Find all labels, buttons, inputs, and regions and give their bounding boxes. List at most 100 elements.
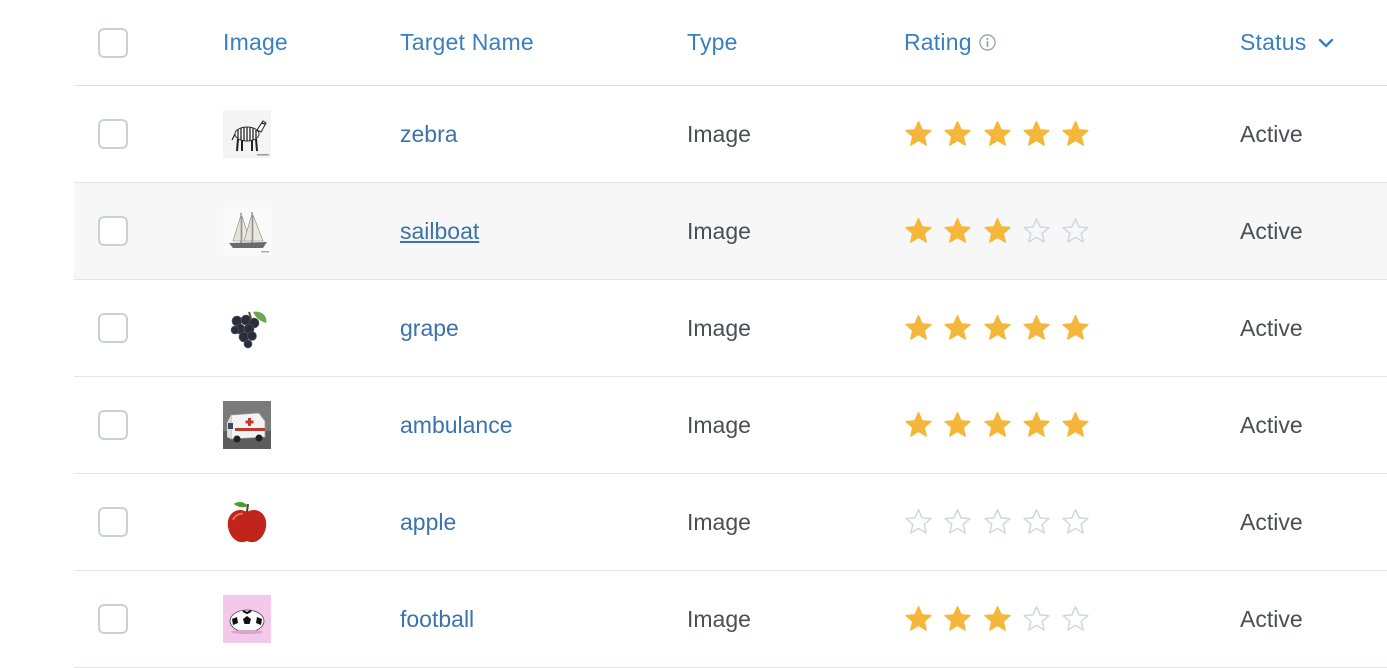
table-row[interactable]: football Image Active — [74, 571, 1387, 668]
image-cell — [223, 474, 271, 570]
table-row[interactable]: zebra Image Active — [74, 86, 1387, 183]
star-empty-icon[interactable] — [904, 508, 933, 536]
star-filled-icon[interactable] — [943, 314, 972, 342]
thumbnail-ambulance[interactable] — [223, 401, 271, 449]
star-filled-icon[interactable] — [1022, 411, 1051, 439]
status-cell: Active — [1240, 571, 1303, 667]
image-cell — [223, 571, 271, 667]
target-name-link[interactable]: grape — [400, 315, 459, 342]
row-checkbox[interactable] — [98, 216, 128, 246]
type-text: Image — [687, 120, 751, 147]
row-checkbox[interactable] — [98, 410, 128, 440]
star-empty-icon[interactable] — [1022, 217, 1051, 245]
status-text: Active — [1240, 217, 1303, 244]
target-name-link[interactable]: football — [400, 606, 474, 633]
name-cell: sailboat — [400, 183, 479, 279]
star-filled-icon[interactable] — [983, 314, 1012, 342]
type-cell: Image — [687, 86, 751, 182]
star-filled-icon[interactable] — [943, 217, 972, 245]
star-filled-icon[interactable] — [1022, 120, 1051, 148]
column-header-image[interactable]: Image — [223, 29, 288, 56]
table-row[interactable]: ambulance Image Active — [74, 377, 1387, 474]
column-header-rating[interactable]: Rating — [904, 29, 972, 56]
image-cell — [223, 86, 271, 182]
table-row[interactable]: sailboat Image Active — [74, 183, 1387, 280]
star-filled-icon[interactable] — [904, 120, 933, 148]
thumbnail-apple[interactable] — [223, 498, 271, 546]
chevron-down-icon[interactable] — [1318, 37, 1334, 49]
header-image-cell: Image — [223, 0, 288, 85]
header-select-cell — [98, 0, 128, 85]
select-all-checkbox[interactable] — [98, 27, 128, 58]
star-rating[interactable] — [904, 314, 1100, 342]
status-text: Active — [1240, 605, 1303, 632]
select-cell — [98, 571, 128, 667]
type-cell: Image — [687, 571, 751, 667]
select-cell — [98, 86, 128, 182]
status-cell: Active — [1240, 474, 1303, 570]
rating-cell — [904, 86, 1100, 182]
star-filled-icon[interactable] — [1022, 314, 1051, 342]
star-empty-icon[interactable] — [1061, 508, 1090, 536]
header-type-cell: Type — [687, 0, 738, 85]
rating-cell — [904, 280, 1100, 376]
target-name-link[interactable]: sailboat — [400, 218, 479, 245]
star-empty-icon[interactable] — [1061, 217, 1090, 245]
star-filled-icon[interactable] — [983, 217, 1012, 245]
thumbnail-sailboat[interactable] — [223, 207, 271, 255]
star-rating[interactable] — [904, 508, 1100, 536]
status-cell: Active — [1240, 86, 1303, 182]
thumbnail-football[interactable] — [223, 595, 271, 643]
star-filled-icon[interactable] — [904, 314, 933, 342]
name-cell: grape — [400, 280, 459, 376]
name-cell: apple — [400, 474, 456, 570]
star-filled-icon[interactable] — [943, 411, 972, 439]
star-filled-icon[interactable] — [943, 605, 972, 633]
star-filled-icon[interactable] — [1061, 411, 1090, 439]
type-text: Image — [687, 605, 751, 632]
star-filled-icon[interactable] — [904, 217, 933, 245]
star-filled-icon[interactable] — [983, 411, 1012, 439]
column-header-type[interactable]: Type — [687, 29, 738, 56]
table-body: zebra Image Active sailboat Image Active grape… — [74, 86, 1387, 668]
rating-cell — [904, 571, 1100, 667]
target-name-link[interactable]: zebra — [400, 121, 458, 148]
star-rating[interactable] — [904, 605, 1100, 633]
rating-cell — [904, 377, 1100, 473]
target-name-link[interactable]: ambulance — [400, 412, 513, 439]
star-rating[interactable] — [904, 217, 1100, 245]
star-filled-icon[interactable] — [904, 605, 933, 633]
row-checkbox[interactable] — [98, 313, 128, 343]
star-empty-icon[interactable] — [1022, 508, 1051, 536]
table-row[interactable]: grape Image Active — [74, 280, 1387, 377]
star-filled-icon[interactable] — [983, 605, 1012, 633]
star-empty-icon[interactable] — [1061, 605, 1090, 633]
target-name-link[interactable]: apple — [400, 509, 456, 536]
header-status-cell: Status — [1240, 0, 1334, 85]
status-text: Active — [1240, 314, 1303, 341]
column-header-target-name[interactable]: Target Name — [400, 29, 534, 56]
star-filled-icon[interactable] — [983, 120, 1012, 148]
star-filled-icon[interactable] — [1061, 314, 1090, 342]
thumbnail-zebra[interactable] — [223, 110, 271, 158]
select-cell — [98, 474, 128, 570]
star-filled-icon[interactable] — [943, 120, 972, 148]
star-empty-icon[interactable] — [983, 508, 1012, 536]
table-row[interactable]: apple Image Active — [74, 474, 1387, 571]
star-empty-icon[interactable] — [943, 508, 972, 536]
star-rating[interactable] — [904, 411, 1100, 439]
star-filled-icon[interactable] — [904, 411, 933, 439]
name-cell: football — [400, 571, 474, 667]
row-checkbox[interactable] — [98, 604, 128, 634]
star-filled-icon[interactable] — [1061, 120, 1090, 148]
image-cell — [223, 377, 271, 473]
info-icon[interactable] — [978, 34, 996, 51]
column-header-status[interactable]: Status — [1240, 29, 1306, 56]
status-text: Active — [1240, 120, 1303, 147]
row-checkbox[interactable] — [98, 119, 128, 149]
row-checkbox[interactable] — [98, 507, 128, 537]
thumbnail-grape[interactable] — [223, 304, 271, 352]
star-rating[interactable] — [904, 120, 1100, 148]
status-cell: Active — [1240, 183, 1303, 279]
star-empty-icon[interactable] — [1022, 605, 1051, 633]
